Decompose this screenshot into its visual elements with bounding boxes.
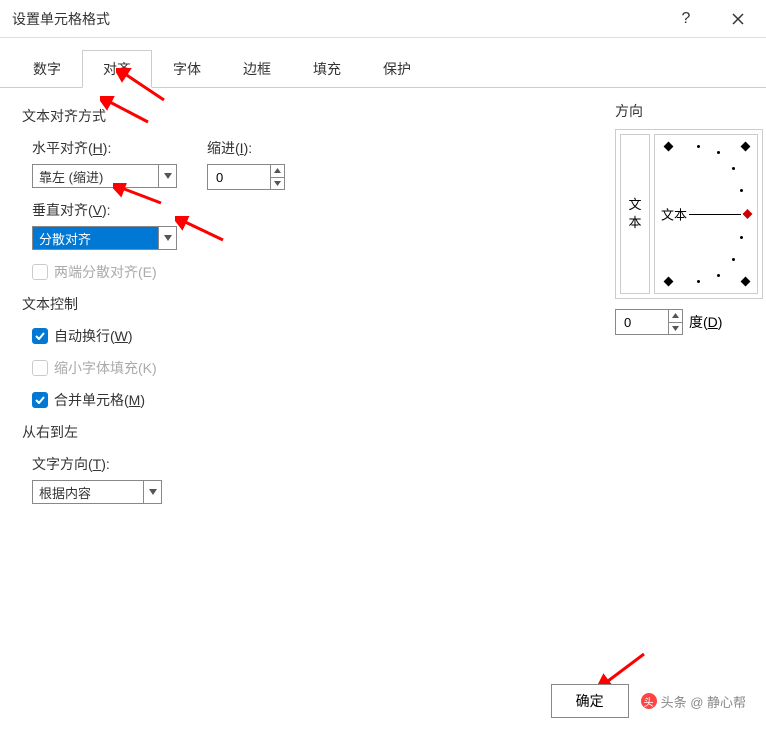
text-direction-select[interactable]: 根据内容: [32, 480, 162, 504]
orientation-tick-icon: [741, 277, 751, 287]
orientation-dial-text: 文本: [661, 205, 687, 224]
text-direction-value: 根据内容: [33, 481, 143, 503]
justify-distributed-label: 两端分散对齐(E): [54, 262, 157, 282]
shrink-fit-checkbox: [32, 360, 48, 376]
watermark-text: 头条 @ 静心帮: [661, 692, 746, 711]
v-align-value: 分散对齐: [33, 227, 158, 249]
degree-label: 度(D): [689, 312, 722, 332]
watermark: 头 头条 @ 静心帮: [641, 692, 746, 711]
indent-spinner[interactable]: 0: [207, 164, 285, 190]
tab-number[interactable]: 数字: [12, 50, 82, 88]
tab-border[interactable]: 边框: [222, 50, 292, 88]
titlebar-controls: ?: [670, 6, 754, 32]
orientation-dot-icon: [717, 274, 720, 277]
tab-fill[interactable]: 填充: [292, 50, 362, 88]
tab-protection[interactable]: 保护: [362, 50, 432, 88]
orientation-tick-icon: [664, 277, 674, 287]
merge-cells-checkbox[interactable]: [32, 392, 48, 408]
shrink-fit-label: 缩小字体填充(K): [54, 358, 157, 378]
shrink-fit-option: 缩小字体填充(K): [32, 358, 744, 378]
orientation-line: [689, 214, 741, 215]
spinner-arrows: [668, 310, 682, 334]
indent-label: 缩进(I):: [207, 138, 285, 158]
orientation-group: 文 本 文本: [615, 129, 763, 299]
check-icon: [35, 396, 45, 404]
spinner-down-button[interactable]: [669, 322, 682, 335]
dialog-title: 设置单元格格式: [12, 9, 110, 29]
h-align-label: 水平对齐(H):: [32, 138, 177, 158]
spinner-down-button[interactable]: [271, 177, 284, 190]
spinner-arrows: [270, 165, 284, 189]
degree-row: 0 度(D): [615, 309, 763, 335]
orientation-dot-icon: [697, 280, 700, 283]
orientation-handle-icon[interactable]: [743, 209, 753, 219]
spinner-up-button[interactable]: [669, 310, 682, 322]
annotation-arrow-icon: [113, 183, 163, 207]
close-button[interactable]: [722, 6, 754, 32]
footer: 确定 头 头条 @ 静心帮: [551, 684, 746, 718]
rtl-section-label: 从右到左: [22, 422, 744, 442]
annotation-arrow-icon: [100, 96, 150, 126]
degree-spinner[interactable]: 0: [615, 309, 683, 335]
ok-button[interactable]: 确定: [551, 684, 629, 718]
orientation-tick-icon: [664, 142, 674, 152]
help-button[interactable]: ?: [670, 6, 702, 32]
justify-distributed-checkbox: [32, 264, 48, 280]
merge-cells-label: 合并单元格(M): [54, 390, 145, 410]
content-area: 文本对齐方式 水平对齐(H): 靠左 (缩进) 缩进(I): 0: [0, 88, 766, 534]
orientation-dot-icon: [740, 189, 743, 192]
orientation-dot-icon: [717, 151, 720, 154]
titlebar: 设置单元格格式 ?: [0, 0, 766, 38]
wrap-text-label: 自动换行(W): [54, 326, 133, 346]
orientation-dot-icon: [697, 145, 700, 148]
chevron-down-icon: [143, 481, 161, 503]
check-icon: [35, 332, 45, 340]
merge-cells-option[interactable]: 合并单元格(M): [32, 390, 744, 410]
orientation-panel: 方向 文 本 文本: [615, 101, 763, 335]
close-icon: [732, 13, 744, 25]
orientation-vertical-button[interactable]: 文 本: [620, 134, 650, 294]
degree-value[interactable]: 0: [616, 310, 668, 334]
orientation-dot-icon: [740, 236, 743, 239]
watermark-icon: 头: [641, 693, 657, 709]
spinner-up-button[interactable]: [271, 165, 284, 177]
orientation-dial[interactable]: 文本: [654, 134, 758, 294]
orientation-tick-icon: [741, 142, 751, 152]
v-align-select[interactable]: 分散对齐: [32, 226, 177, 250]
tab-bar: 数字 对齐 字体 边框 填充 保护: [0, 38, 766, 88]
indent-value[interactable]: 0: [208, 165, 270, 189]
annotation-arrow-icon: [175, 216, 225, 244]
orientation-section-label: 方向: [615, 101, 763, 121]
chevron-down-icon: [158, 227, 176, 249]
orientation-dot-icon: [732, 258, 735, 261]
wrap-text-checkbox[interactable]: [32, 328, 48, 344]
text-direction-label: 文字方向(T):: [32, 454, 744, 474]
orientation-dot-icon: [732, 167, 735, 170]
